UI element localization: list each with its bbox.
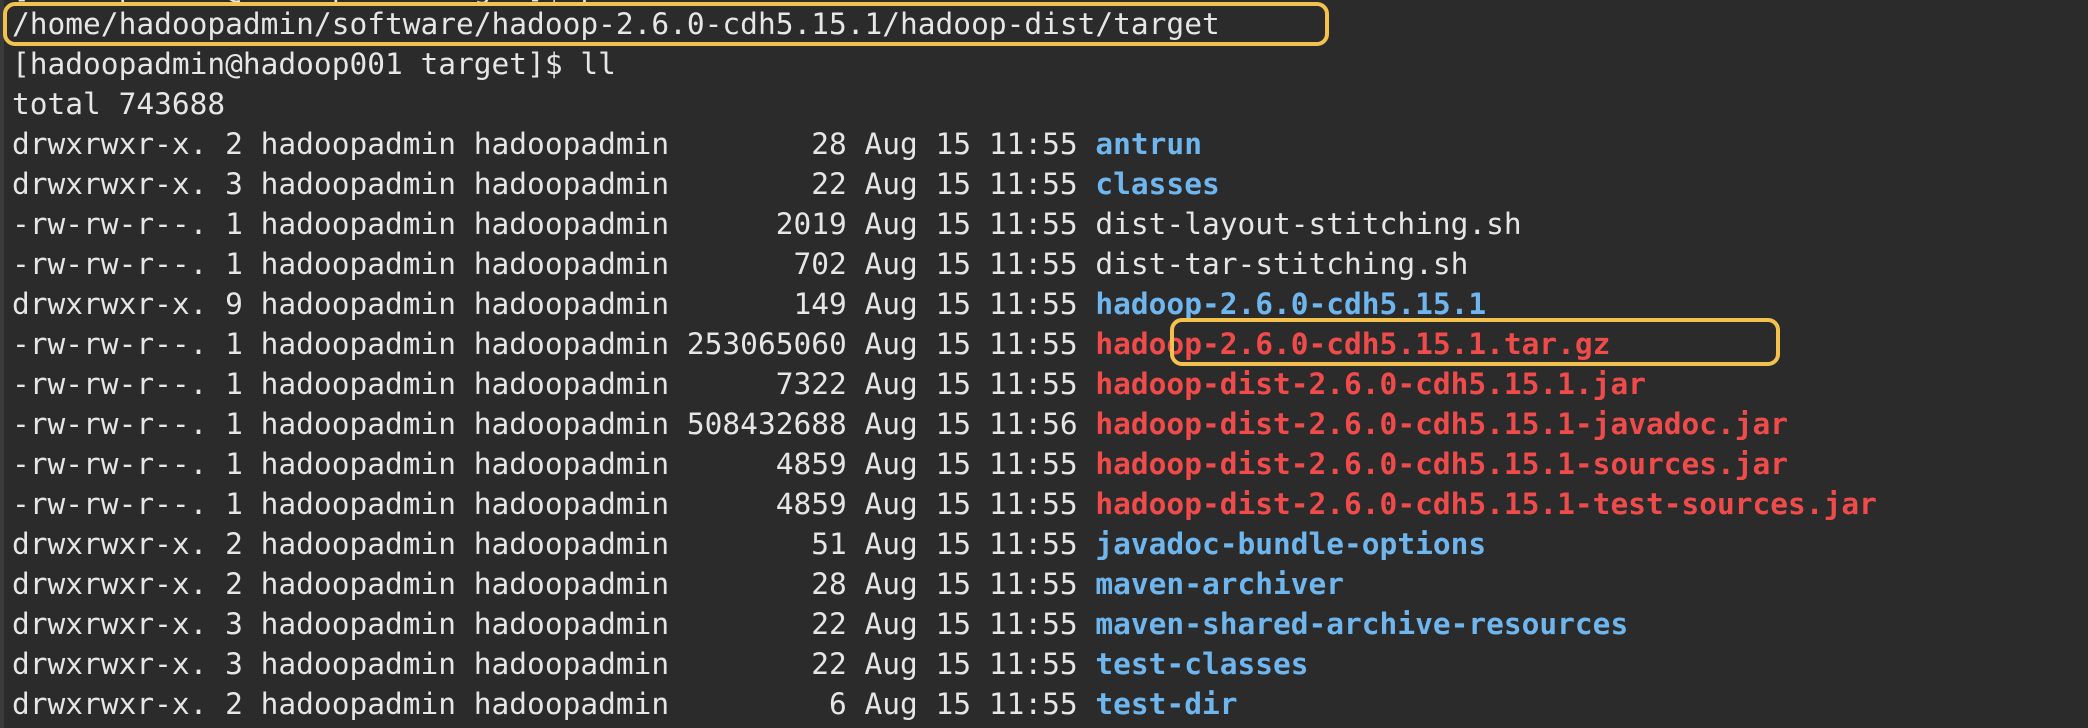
listing-row: drwxrwxr-x. 2 hadoopadmin hadoopadmin 28… — [12, 564, 1344, 604]
listing-row-filename[interactable]: hadoop-dist-2.6.0-cdh5.15.1-sources.jar — [1095, 447, 1788, 481]
tarball-highlight-box — [1170, 318, 1780, 366]
listing-row-meta: drwxrwxr-x. 3 hadoopadmin hadoopadmin 22… — [12, 167, 1096, 201]
listing-row-meta: -rw-rw-r--. 1 hadoopadmin hadoopadmin 50… — [12, 407, 1096, 441]
listing-row-filename[interactable]: dist-tar-stitching.sh — [1095, 247, 1468, 281]
listing-row-meta: drwxrwxr-x. 2 hadoopadmin hadoopadmin 6 … — [12, 687, 1096, 721]
listing-row-meta: drwxrwxr-x. 2 hadoopadmin hadoopadmin 51… — [12, 527, 1096, 561]
listing-row: -rw-rw-r--. 1 hadoopadmin hadoopadmin 73… — [12, 364, 1646, 404]
listing-row: -rw-rw-r--. 1 hadoopadmin hadoopadmin 50… — [12, 404, 1788, 444]
listing-row-meta: -rw-rw-r--. 1 hadoopadmin hadoopadmin 48… — [12, 447, 1096, 481]
listing-row-meta: drwxrwxr-x. 3 hadoopadmin hadoopadmin 22… — [12, 647, 1096, 681]
listing-row: -rw-rw-r--. 1 hadoopadmin hadoopadmin 70… — [12, 244, 1468, 284]
listing-row-filename[interactable]: dist-layout-stitching.sh — [1095, 207, 1521, 241]
listing-row-meta: drwxrwxr-x. 2 hadoopadmin hadoopadmin 28… — [12, 127, 1096, 161]
listing-row-filename[interactable]: javadoc-bundle-options — [1095, 527, 1486, 561]
total-line: total 743688 — [12, 87, 226, 121]
listing-row-filename[interactable]: classes — [1095, 167, 1219, 201]
listing-row-filename[interactable]: hadoop-2.6.0-cdh5.15.1 — [1095, 287, 1486, 321]
listing-row-meta: drwxrwxr-x. 9 hadoopadmin hadoopadmin 14… — [12, 287, 1096, 321]
listing-row-meta: drwxrwxr-x. 3 hadoopadmin hadoopadmin 22… — [12, 607, 1096, 641]
terminal-left-edge — [0, 0, 4, 728]
listing-row: drwxrwxr-x. 2 hadoopadmin hadoopadmin 51… — [12, 524, 1486, 564]
listing-row-meta: -rw-rw-r--. 1 hadoopadmin hadoopadmin 70… — [12, 247, 1096, 281]
listing-row-filename[interactable]: maven-archiver — [1095, 567, 1344, 601]
listing-row-filename[interactable]: hadoop-dist-2.6.0-cdh5.15.1.jar — [1095, 367, 1646, 401]
listing-row: drwxrwxr-x. 3 hadoopadmin hadoopadmin 22… — [12, 164, 1220, 204]
listing-row-meta: -rw-rw-r--. 1 hadoopadmin hadoopadmin 25… — [12, 327, 1096, 361]
terminal-window[interactable]: [hadoopadmin@hadoop001 target]$ pwd /hom… — [0, 0, 2088, 728]
listing-row: drwxrwxr-x. 3 hadoopadmin hadoopadmin 22… — [12, 644, 1309, 684]
path-highlight-box — [3, 2, 1329, 46]
listing-row-filename[interactable]: maven-shared-archive-resources — [1095, 607, 1628, 641]
listing-row: -rw-rw-r--. 1 hadoopadmin hadoopadmin 48… — [12, 484, 1877, 524]
listing-row-filename[interactable]: antrun — [1095, 127, 1202, 161]
listing-row-meta: -rw-rw-r--. 1 hadoopadmin hadoopadmin 48… — [12, 487, 1096, 521]
prompt-line[interactable]: [hadoopadmin@hadoop001 target]$ ll — [12, 44, 616, 84]
listing-row: drwxrwxr-x. 3 hadoopadmin hadoopadmin 22… — [12, 604, 1628, 644]
listing-row: drwxrwxr-x. 2 hadoopadmin hadoopadmin 28… — [12, 124, 1202, 164]
listing-row-meta: -rw-rw-r--. 1 hadoopadmin hadoopadmin 20… — [12, 207, 1096, 241]
listing-row-filename[interactable]: hadoop-dist-2.6.0-cdh5.15.1-javadoc.jar — [1095, 407, 1788, 441]
listing-row: -rw-rw-r--. 1 hadoopadmin hadoopadmin 48… — [12, 444, 1788, 484]
listing-row-filename[interactable]: test-classes — [1095, 647, 1308, 681]
listing-row: drwxrwxr-x. 2 hadoopadmin hadoopadmin 6 … — [12, 684, 1237, 724]
listing-row-filename[interactable]: test-dir — [1095, 687, 1237, 721]
listing-row-filename[interactable]: hadoop-dist-2.6.0-cdh5.15.1-test-sources… — [1095, 487, 1876, 521]
listing-row-meta: drwxrwxr-x. 2 hadoopadmin hadoopadmin 28… — [12, 567, 1096, 601]
listing-row-meta: -rw-rw-r--. 1 hadoopadmin hadoopadmin 73… — [12, 367, 1096, 401]
listing-row: -rw-rw-r--. 1 hadoopadmin hadoopadmin 20… — [12, 204, 1522, 244]
